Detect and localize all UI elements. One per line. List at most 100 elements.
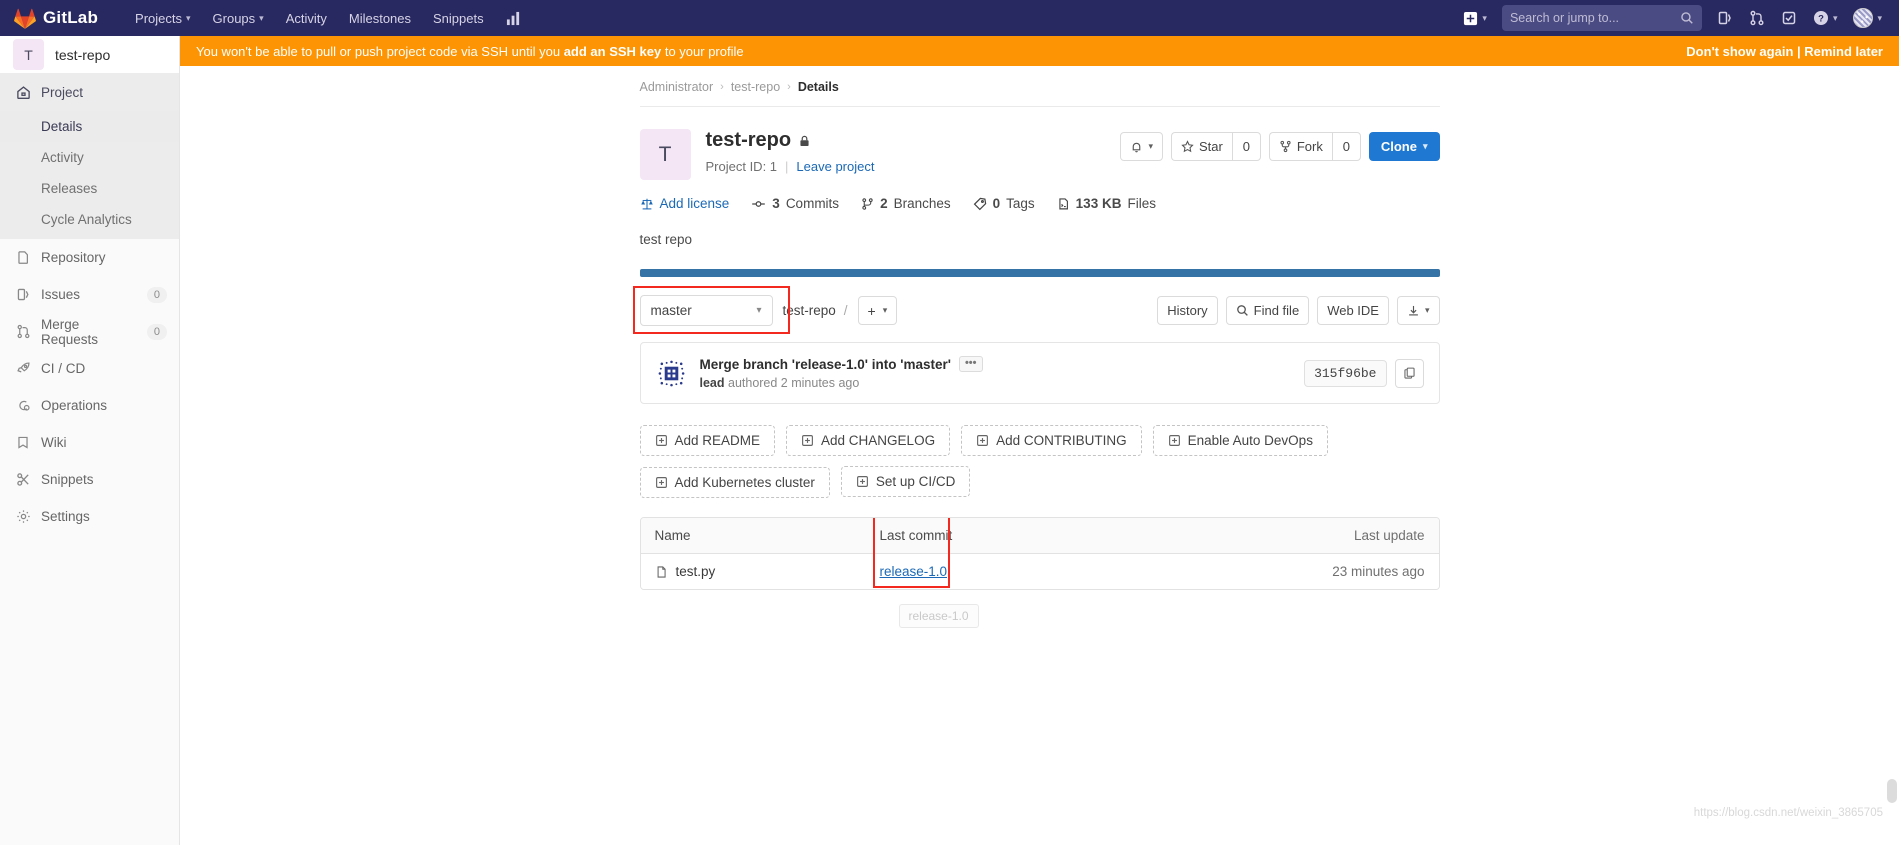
sidebar-item-issues[interactable]: Issues 0 — [0, 276, 179, 313]
home-icon — [15, 85, 31, 101]
add-changelog-button[interactable]: Add CHANGELOG — [786, 425, 951, 456]
sidebar-item-merge-requests[interactable]: Merge Requests 0 — [0, 313, 179, 350]
gitlab-logo[interactable]: GitLab — [14, 8, 98, 29]
commit-title: Merge branch 'release-1.0' into 'master'… — [700, 356, 983, 372]
web-ide-button[interactable]: Web IDE — [1317, 296, 1389, 325]
branches-stat[interactable]: 2 Branches — [861, 196, 951, 211]
sidebar-project-avatar: T — [13, 39, 44, 70]
ssh-alert-suffix: to your profile — [661, 43, 744, 59]
plus-square-icon — [801, 434, 814, 447]
nav-item-projects[interactable]: Projects ▾ — [124, 0, 202, 36]
add-readme-button[interactable]: Add README — [639, 425, 776, 456]
copy-sha-button[interactable] — [1394, 358, 1424, 388]
sidebar-item-merge-requests-label: Merge Requests — [41, 316, 99, 347]
last-commit-tooltip: release-1.0 — [898, 604, 979, 628]
add-to-repo-label: + — [867, 302, 876, 319]
files-size-stat[interactable]: 133 KB Files — [1057, 196, 1156, 211]
path-root[interactable]: test-repo — [783, 303, 836, 318]
history-button[interactable]: History — [1157, 296, 1218, 325]
commit-timestamp: authored 2 minutes ago — [724, 376, 860, 390]
sidebar-item-wiki[interactable]: Wiki — [0, 424, 179, 461]
commit-message[interactable]: Merge branch 'release-1.0' into 'master' — [700, 357, 951, 372]
leave-project-link[interactable]: Leave project — [796, 159, 874, 174]
sidebar-item-cicd[interactable]: CI / CD — [0, 350, 179, 387]
help-dropdown[interactable]: ? ▾ — [1806, 0, 1845, 36]
star-button[interactable]: Star — [1171, 132, 1232, 161]
download-dropdown[interactable]: ▾ — [1396, 296, 1440, 325]
sidebar-item-activity[interactable]: Activity — [0, 142, 179, 173]
add-kubernetes-cluster-button[interactable]: Add Kubernetes cluster — [639, 467, 830, 498]
fork-button[interactable]: Fork — [1268, 132, 1332, 161]
sidebar-item-snippets[interactable]: Snippets — [0, 461, 179, 498]
find-file-button[interactable]: Find file — [1225, 296, 1310, 325]
commit-author[interactable]: lead — [700, 376, 725, 390]
nav-item-groups[interactable]: Groups ▾ — [202, 0, 275, 36]
sidebar-item-settings[interactable]: Settings — [0, 498, 179, 535]
add-to-repo-dropdown[interactable]: + ▾ — [857, 296, 898, 325]
clone-button-label: Clone — [1380, 139, 1417, 154]
commits-stat[interactable]: 3 Commits — [751, 196, 839, 211]
todos-shortcut[interactable] — [1774, 0, 1804, 36]
fork-button-label: Fork — [1296, 139, 1323, 154]
add-license-link[interactable]: Add license — [640, 196, 730, 211]
clone-button[interactable]: Clone ▾ — [1368, 132, 1440, 161]
sidebar-item-cycle-analytics[interactable]: Cycle Analytics — [0, 204, 179, 235]
commit-expand-button[interactable]: ••• — [958, 356, 983, 372]
search-icon — [1236, 304, 1249, 317]
star-count[interactable]: 0 — [1231, 132, 1261, 161]
sidebar-item-issues-badge: 0 — [146, 286, 167, 303]
chevron-down-icon: ▾ — [1422, 141, 1428, 151]
branch-selector[interactable]: master ▾ — [639, 295, 773, 326]
alert-dismiss-actions[interactable]: Don't show again | Remind later — [1686, 44, 1883, 59]
table-row[interactable]: test.py release-1.0 23 minutes ago — [640, 554, 1439, 589]
sidebar-item-releases[interactable]: Releases — [0, 173, 179, 204]
sidebar-item-details-label: Details — [41, 119, 83, 134]
search-input[interactable]: Search or jump to... — [1501, 5, 1702, 31]
breadcrumb-item-project[interactable]: test-repo — [731, 80, 780, 94]
sidebar-item-operations[interactable]: Operations — [0, 387, 179, 424]
project-name: test-repo — [705, 129, 792, 151]
web-ide-button-label: Web IDE — [1327, 303, 1379, 318]
add-license-label: Add license — [659, 196, 730, 211]
issues-shortcut[interactable] — [1710, 0, 1740, 36]
breadcrumb-item-details[interactable]: Details — [798, 80, 839, 94]
notification-dropdown[interactable]: ▾ — [1120, 132, 1163, 161]
sidebar-project-header[interactable]: T test-repo — [0, 36, 179, 74]
todos-icon — [1781, 10, 1797, 26]
commit-icon — [751, 197, 766, 211]
add-contributing-button[interactable]: Add CONTRIBUTING — [961, 425, 1142, 456]
setup-cicd-button[interactable]: Set up CI/CD — [840, 466, 971, 497]
tags-stat[interactable]: 0 Tags — [973, 196, 1035, 211]
commit-main: Merge branch 'release-1.0' into 'master'… — [700, 356, 983, 390]
breadcrumb-item-administrator[interactable]: Administrator — [640, 80, 714, 94]
search-icon — [1680, 11, 1694, 25]
nav-item-analytics[interactable] — [495, 0, 532, 36]
new-item-dropdown[interactable]: ▾ — [1456, 0, 1494, 36]
scrollbar-thumb[interactable] — [1887, 779, 1897, 803]
column-header-name: Name — [654, 528, 691, 543]
nav-item-activity[interactable]: Activity — [275, 0, 338, 36]
file-icon — [1057, 197, 1070, 211]
project-meta: Project ID: 1 | Leave project — [706, 159, 875, 174]
add-readme-label: Add README — [674, 433, 761, 448]
fork-button-group: Fork 0 — [1268, 132, 1361, 161]
meta-separator: | — [785, 159, 789, 174]
merge-requests-shortcut[interactable] — [1742, 0, 1772, 36]
repo-path-breadcrumb: test-repo / — [783, 303, 848, 318]
commit-sha[interactable]: 315f96be — [1304, 359, 1387, 387]
nav-item-snippets[interactable]: Snippets — [422, 0, 495, 36]
branch-selector-value: master — [650, 303, 692, 318]
file-last-commit-link[interactable]: release-1.0 — [880, 564, 948, 579]
fork-count[interactable]: 0 — [1331, 132, 1361, 161]
bell-icon — [1130, 140, 1143, 154]
user-menu[interactable]: ▾ — [1846, 0, 1889, 36]
file-name[interactable]: test.py — [676, 564, 716, 579]
sidebar-item-project[interactable]: Project — [0, 74, 179, 111]
nav-item-milestones[interactable]: Milestones — [338, 0, 422, 36]
enable-auto-devops-button[interactable]: Enable Auto DevOps — [1152, 425, 1328, 456]
add-ssh-key-link[interactable]: add an SSH key — [564, 44, 662, 59]
sidebar-item-repository[interactable]: Repository — [0, 239, 179, 276]
sidebar-item-project-label: Project — [41, 85, 84, 100]
chevron-down-icon: ▾ — [756, 305, 762, 316]
sidebar-item-details[interactable]: Details — [0, 111, 179, 142]
